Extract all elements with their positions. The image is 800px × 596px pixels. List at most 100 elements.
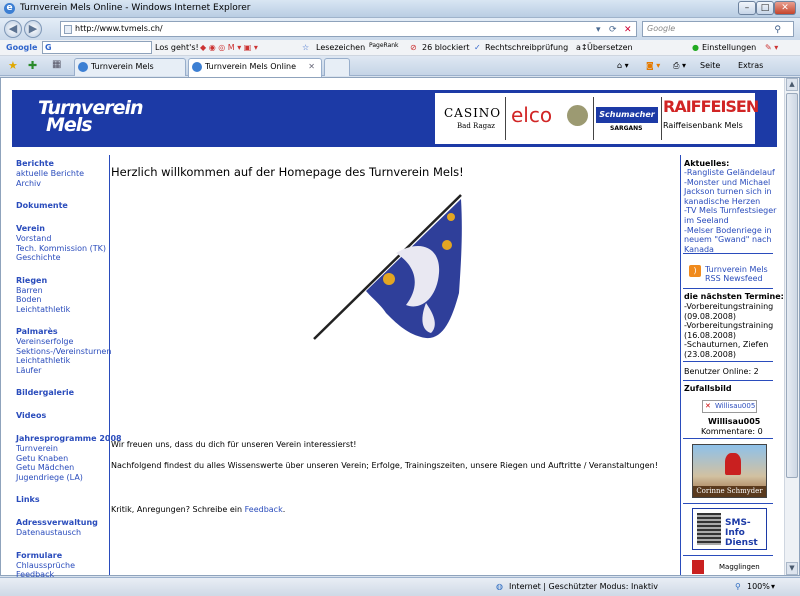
google-search-input[interactable]: G [42,41,152,54]
nav-section[interactable]: Links [16,495,40,504]
ad-corinne[interactable]: Corinne Schmyder [692,444,767,498]
forward-button[interactable]: ▶ [24,20,42,38]
popup-blocked[interactable]: 26 blockiert [422,43,470,52]
nav-section[interactable]: Dokumente [16,201,68,210]
back-button[interactable]: ◀ [4,20,22,38]
news-item[interactable]: -Monster und Michael [684,178,770,187]
vertical-scrollbar[interactable]: ▲ ▼ [784,78,799,575]
sponsor-elco[interactable]: elco [511,103,552,127]
zoom-dropdown-icon[interactable]: ▾ [771,582,775,591]
logo-line2: Mels [46,114,93,136]
minimize-button[interactable]: – [738,1,756,15]
nav-item[interactable]: Archiv [16,179,41,188]
nav-section[interactable]: Videos [16,411,46,420]
dropdown-icon[interactable]: ▾ [596,23,601,37]
rss-subtitle[interactable]: RSS Newsfeed [705,274,763,283]
window-title: Turnverein Mels Online - Windows Interne… [20,3,251,13]
google-logo[interactable]: Google [6,43,37,52]
translate-icon: a↕ [576,43,588,52]
nav-item[interactable]: Datenaustausch [16,528,81,537]
refresh-icon[interactable]: ⟳ [609,23,617,37]
news-item[interactable]: neuem "Gwand" nach [684,235,771,244]
sponsor-casino[interactable]: CASINO [444,106,501,120]
nav-item[interactable]: Läufer [16,366,41,375]
quick-tabs-icon[interactable]: ▦ [52,59,61,70]
date-item: -Vorbereitungstraining [684,302,774,311]
translate-button[interactable]: Übersetzen [587,43,633,52]
nav-item[interactable]: Barren [16,286,43,295]
globe-icon: ◍ [496,582,503,591]
nav-item[interactable]: Vereinserfolge [16,337,73,346]
tab-bar: ★ ✚ ▦ Turnverein Mels Turnverein Mels On… [0,56,800,77]
scroll-thumb[interactable] [786,93,798,478]
bookmarks-button[interactable]: Lesezeichen [316,43,365,52]
add-favorite-icon[interactable]: ✚ [28,59,37,72]
random-image[interactable]: ✕ Willisau005 [702,400,757,413]
close-tab-icon[interactable]: ✕ [308,59,315,75]
scroll-up-icon[interactable]: ▲ [786,78,798,91]
favorites-star-icon[interactable]: ★ [8,59,18,72]
nav-item[interactable]: Jugendriege (LA) [16,473,83,482]
search-input[interactable]: Google ⚲ [642,21,794,37]
scroll-down-icon[interactable]: ▼ [786,562,798,575]
news-item[interactable]: kanadische Herzen [684,197,760,206]
stop-icon[interactable]: ✕ [624,23,632,37]
print-icon[interactable]: ⎙ ▾ [673,61,686,71]
nav-item[interactable]: Boden [16,295,41,304]
nav-section[interactable]: Verein [16,224,45,233]
spellcheck-button[interactable]: Rechtschreibprüfung [485,43,568,52]
magglingen-label[interactable]: Magglingen [719,563,760,572]
sponsor-raiffeisen[interactable]: RAIFFEISEN [663,97,759,116]
right-sidebar: Aktuelles: -Rangliste Geländelauf -Monste… [680,155,784,575]
news-item[interactable]: Jackson turnen sich in [684,187,772,196]
zoom-level[interactable]: 100% [747,582,770,591]
ie-icon: e [4,3,15,14]
ie-tab-icon [78,62,88,72]
news-item[interactable]: -Melser Bodenriege in [684,226,772,235]
nav-section[interactable]: Jahresprogramme 2008 [16,434,122,443]
google-go-button[interactable]: Los geht's! [155,43,199,52]
maximize-button[interactable]: □ [756,1,774,15]
home-icon[interactable]: ⌂ ▾ [617,61,629,70]
rss-icon[interactable]: ) [689,265,701,277]
ad-sms-info[interactable]: SMS-Info Dienst [692,508,767,550]
search-icon[interactable]: ⚲ [774,23,781,37]
wrench-icon[interactable]: ✎ ▾ [765,43,778,52]
nav-section[interactable]: Formulare [16,551,62,560]
welcome-text: Wir freuen uns, dass du dich für unseren… [111,440,357,449]
sponsor-schumacher[interactable]: Schumacher [596,107,658,123]
nav-item[interactable]: Geschichte [16,253,61,262]
nav-item[interactable]: Getu Knaben [16,454,68,463]
nav-item[interactable]: Turnverein [16,444,58,453]
nav-item[interactable]: Getu Mädchen [16,463,74,472]
zone-status[interactable]: Internet | Geschützter Modus: Inaktiv [509,582,658,591]
nav-item[interactable]: Leichtathletik [16,305,70,314]
nav-section[interactable]: Adressverwaltung [16,518,98,527]
news-item[interactable]: im Seeland [684,216,729,225]
extras-menu[interactable]: Extras [738,61,763,70]
page-menu[interactable]: Seite [700,61,720,70]
feeds-icon[interactable]: ◙ ▾ [646,61,660,70]
nav-item[interactable]: Sektions-/Vereinsturnen [16,347,111,356]
site-logo[interactable]: Turnverein Mels [38,99,144,136]
nav-item[interactable]: Vorstand [16,234,51,243]
nav-section[interactable]: Bildergalerie [16,388,74,397]
nav-item[interactable]: Tech. Kommission (TK) [16,244,106,253]
rss-title[interactable]: Turnverein Mels [705,265,768,274]
news-item[interactable]: -TV Mels Turnfestsieger [684,206,776,215]
nav-item[interactable]: aktuelle Berichte [16,169,84,178]
news-item[interactable]: -Rangliste Geländelauf [684,168,775,177]
nav-item[interactable]: Leichtathletik [16,356,70,365]
tab-turnverein-mels-online[interactable]: Turnverein Mels Online ✕ [188,58,322,77]
nav-section[interactable]: Riegen [16,276,47,285]
settings-button[interactable]: Einstellungen [702,43,756,52]
nav-section[interactable]: Palmarès [16,327,58,336]
nav-section[interactable]: Berichte [16,159,54,168]
close-button[interactable]: ✕ [774,1,796,15]
new-tab-button[interactable] [324,58,350,76]
feedback-link[interactable]: Feedback [245,505,283,514]
nav-item[interactable]: Chlaussprüche [16,561,75,570]
tab-turnverein-mels[interactable]: Turnverein Mels [74,58,186,76]
address-field[interactable]: http://www.tvmels.ch/ ▾ ⟳ ✕ [60,21,637,37]
toolbar-icons[interactable]: ◆ ◉ ◎ M ▾ ▣ ▾ [200,43,258,52]
